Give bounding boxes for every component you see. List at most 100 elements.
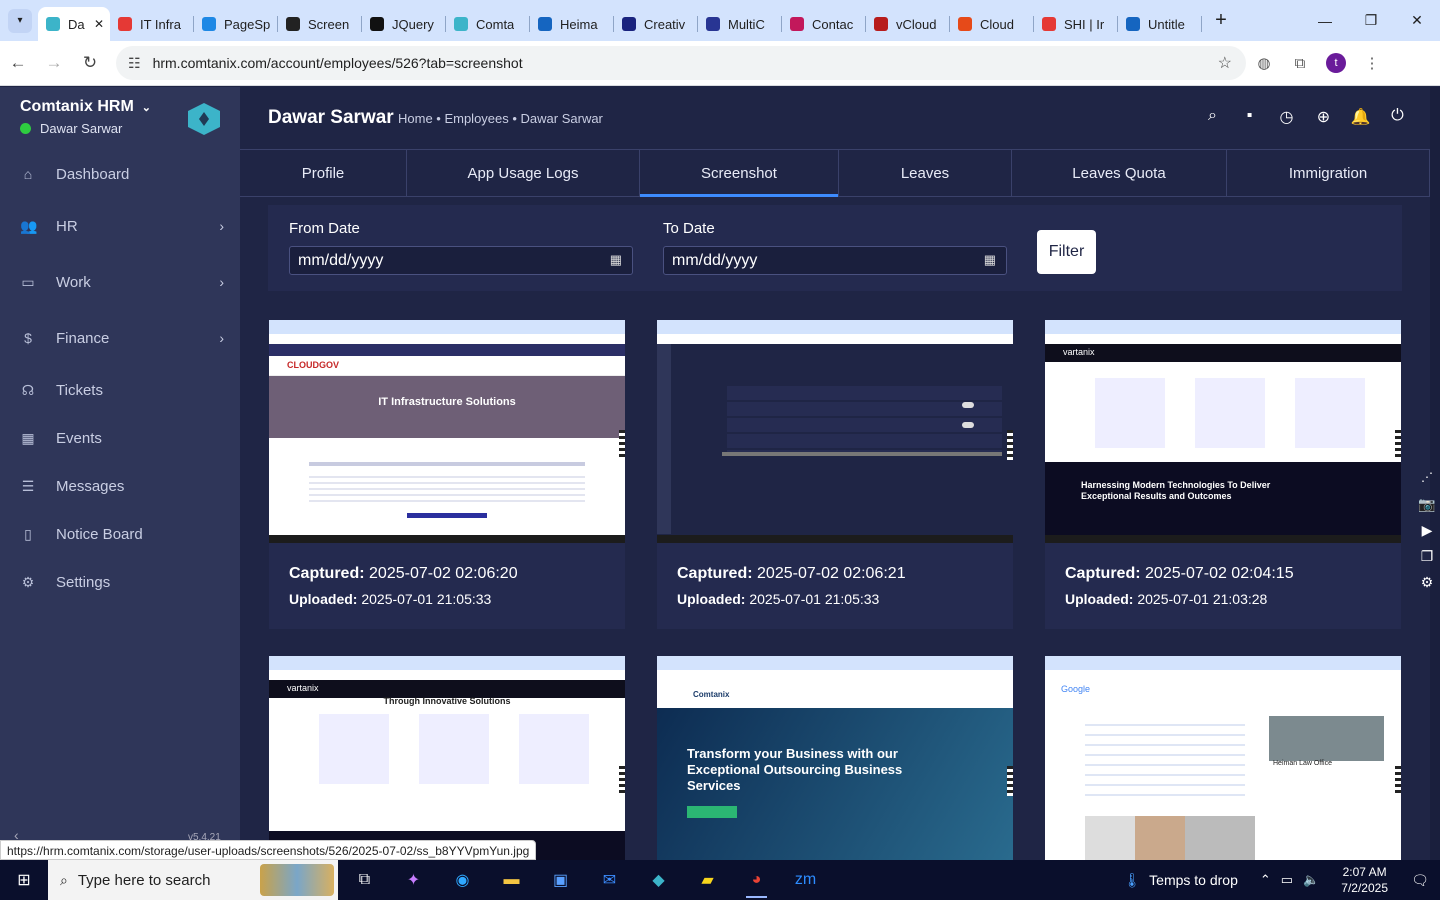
back-icon[interactable]: ← — [0, 53, 36, 73]
screenshot-thumbnail[interactable] — [657, 320, 1013, 543]
screenshot-thumbnail[interactable]: vartanix Harnessing Modern Technologies T… — [1045, 320, 1401, 543]
comtanix-app-icon[interactable]: ◆ — [634, 860, 683, 900]
edge-icon[interactable]: ◉ — [438, 860, 487, 900]
tab-search-icon[interactable]: ▾ — [8, 8, 32, 33]
calendar-icon[interactable]: ▦ — [984, 252, 996, 268]
close-tab-icon[interactable]: ✕ — [94, 17, 104, 31]
tab-app-usage-logs[interactable]: App Usage Logs — [407, 150, 640, 196]
browser-tab[interactable]: Creativ — [614, 7, 698, 41]
zoom-icon[interactable]: zm — [781, 860, 830, 900]
url-text[interactable]: hrm.comtanix.com/account/employees/526?t… — [153, 55, 1218, 71]
browser-tab[interactable]: vCloud — [866, 7, 950, 41]
tab-profile[interactable]: Profile — [240, 150, 407, 196]
minimize-icon[interactable]: — — [1302, 0, 1348, 41]
chrome-icon[interactable]: ◕ — [732, 860, 781, 900]
to-date-input[interactable]: mm/dd/yyyy ▦ — [663, 246, 1007, 275]
tab-leaves[interactable]: Leaves — [839, 150, 1012, 196]
reload-icon[interactable]: ↻ — [72, 53, 108, 73]
windows-taskbar: ⊞ ⌕ Type here to search ⧉ ✦ ◉ ▬ ▣ ✉ ◆ ▰ ◕… — [0, 860, 1440, 900]
sidebar-item-events[interactable]: ▦ Events — [0, 414, 240, 462]
browser-tab[interactable]: Cloud — [950, 7, 1034, 41]
browser-tab[interactable]: PageSp — [194, 7, 278, 41]
tab-screenshot[interactable]: Screenshot — [640, 150, 839, 197]
clock-icon[interactable]: ◷ — [1268, 107, 1305, 127]
camera-icon[interactable]: 📷 — [1418, 496, 1435, 522]
sidebar-item-finance[interactable]: $ Finance › — [0, 310, 240, 366]
browser-tab[interactable]: Screen — [278, 7, 362, 41]
store-icon[interactable]: ▣ — [536, 860, 585, 900]
power-icon[interactable]: ⏻ — [1379, 107, 1416, 127]
breadcrumb[interactable]: Home • Employees • Dawar Sarwar — [398, 111, 603, 126]
tab-favicon-icon — [790, 17, 804, 31]
task-view-icon[interactable]: ⧉ — [340, 860, 389, 900]
clock[interactable]: 2:07 AM 7/2/2025 — [1341, 864, 1388, 896]
screenshot-thumbnail[interactable]: Google Heiman Law Office — [1045, 656, 1401, 860]
captured-time: 2025-07-02 02:04:15 — [1145, 565, 1294, 582]
forward-icon[interactable]: → — [36, 53, 72, 73]
screenshot-side-handle — [1395, 766, 1401, 796]
site-info-icon[interactable]: ☷ — [128, 55, 141, 72]
uploaded-label: Uploaded: — [289, 591, 358, 607]
sidebar-item-messages[interactable]: ☰ Messages — [0, 462, 240, 510]
close-window-icon[interactable]: ✕ — [1394, 0, 1440, 41]
weather-widget[interactable]: 🌡 Temps to drop — [1123, 872, 1238, 889]
tray-chevron-icon[interactable]: ⌃ — [1260, 872, 1271, 888]
sidebar-item-notice-board[interactable]: ▯ Notice Board — [0, 510, 240, 558]
video-icon[interactable]: ▶ — [1422, 522, 1433, 548]
screenshot-thumbnail[interactable]: CLOUDGOV IT Infrastructure Solutions — [269, 320, 625, 543]
browser-tab[interactable]: MultiC — [698, 7, 782, 41]
screenshot-side-handle — [1007, 430, 1013, 460]
new-tab-button[interactable]: + — [1208, 9, 1234, 32]
tab-favicon-icon — [622, 17, 636, 31]
sidebar-item-tickets[interactable]: ☊ Tickets — [0, 366, 240, 414]
browser-tab[interactable]: JQuery — [362, 7, 446, 41]
browser-tab[interactable]: Heima — [530, 7, 614, 41]
screenshot-taskbar — [1045, 535, 1401, 543]
sidebar-item-hr[interactable]: 👥 HR › — [0, 198, 240, 254]
brand-dropdown[interactable]: Comtanix HRM ⌄ — [20, 98, 151, 116]
restore-icon[interactable]: ❐ — [1348, 0, 1394, 41]
tab-favicon-icon — [1126, 17, 1140, 31]
volume-icon[interactable]: 🔈 — [1303, 872, 1319, 888]
sidebar-item-settings[interactable]: ⚙ Settings — [0, 558, 240, 606]
network-icon[interactable]: ▭ — [1281, 872, 1293, 888]
add-circle-icon[interactable]: ⊕ — [1305, 107, 1342, 127]
sidebar-item-work[interactable]: ▭ Work › — [0, 254, 240, 310]
copilot-icon[interactable]: ✦ — [389, 860, 438, 900]
filter-button[interactable]: Filter — [1037, 230, 1096, 274]
taskbar-search[interactable]: ⌕ Type here to search — [48, 860, 338, 900]
tab-immigration[interactable]: Immigration — [1227, 150, 1430, 196]
calendar-icon[interactable]: ▦ — [610, 252, 622, 268]
gear-icon[interactable]: ⚙ — [1421, 574, 1434, 600]
screenshot-thumbnail[interactable]: vartanix Through Innovative Solutions — [269, 656, 625, 860]
sticky-note-icon[interactable]: ▪ — [1231, 107, 1268, 127]
tab-leaves-quota[interactable]: Leaves Quota — [1012, 150, 1227, 196]
mail-icon[interactable]: ✉ — [585, 860, 634, 900]
bell-icon[interactable]: 🔔 — [1342, 107, 1379, 127]
app-logo-icon[interactable] — [188, 103, 220, 135]
windows-start-icon[interactable]: ⊞ — [0, 870, 48, 890]
browser-tab[interactable]: Da ✕ — [38, 7, 110, 41]
copy-icon[interactable]: ❐ — [1421, 548, 1434, 574]
browser-tab[interactable]: SHI | Ir — [1034, 7, 1118, 41]
extensions-icon[interactable]: ⧉ — [1282, 55, 1318, 72]
more-icon[interactable]: ⋰ — [1421, 470, 1433, 496]
translate-icon[interactable]: ◍ — [1246, 54, 1282, 72]
profile-avatar[interactable]: t — [1326, 53, 1346, 73]
sidebar-item-dashboard[interactable]: ⌂ Dashboard — [0, 150, 240, 198]
file-explorer-icon[interactable]: ▬ — [487, 860, 536, 900]
bookmark-star-icon[interactable]: ☆ — [1218, 53, 1232, 73]
browser-tab[interactable]: Contac — [782, 7, 866, 41]
browser-tab[interactable]: IT Infra — [110, 7, 194, 41]
screenshot-headline: Transform your Business with our Excepti… — [687, 746, 903, 793]
screenshot-thumbnail[interactable]: Comtanix Transform your Business with our… — [657, 656, 1013, 860]
browser-tab[interactable]: Comta — [446, 7, 530, 41]
sticky-notes-icon[interactable]: ▰ — [683, 860, 732, 900]
browser-tab[interactable]: Untitle — [1118, 7, 1202, 41]
url-omnibox[interactable]: ☷ hrm.comtanix.com/account/employees/526… — [116, 46, 1246, 80]
tab-favicon-icon — [1042, 17, 1056, 31]
notifications-icon[interactable]: 🗨 — [1400, 872, 1440, 889]
from-date-input[interactable]: mm/dd/yyyy ▦ — [289, 246, 633, 275]
search-icon[interactable]: ⌕ — [1194, 107, 1231, 127]
chrome-menu-icon[interactable]: ⋮ — [1354, 54, 1390, 72]
